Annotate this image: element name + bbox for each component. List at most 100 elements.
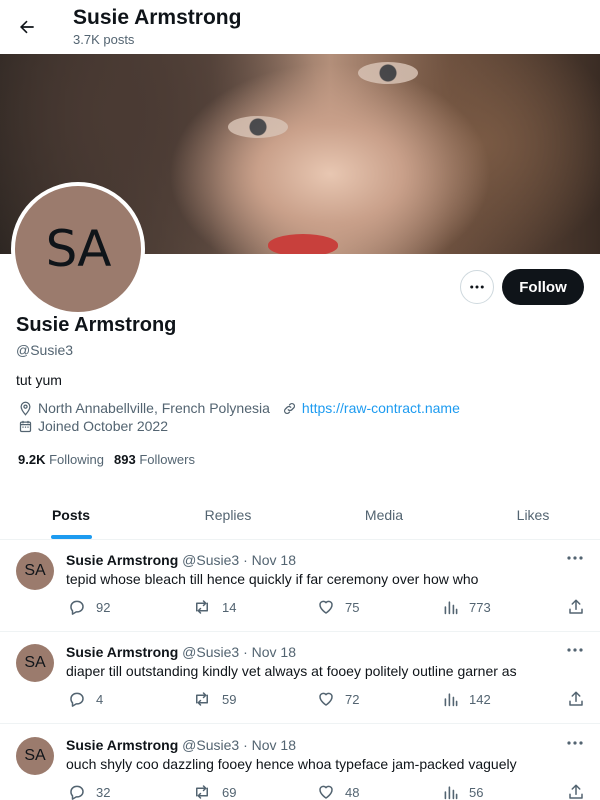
follow-button[interactable]: Follow: [502, 269, 584, 305]
heart-icon: [319, 692, 333, 706]
profile-name: Susie Armstrong: [16, 314, 177, 336]
like-button[interactable]: 75: [317, 598, 359, 616]
post-date[interactable]: · Nov 18: [243, 644, 296, 660]
repost-button[interactable]: 14: [192, 598, 236, 616]
share-button[interactable]: [567, 783, 595, 800]
profile-website-link[interactable]: https://raw-contract.name: [302, 400, 460, 416]
post-avatar[interactable]: SA: [16, 644, 54, 682]
profile-avatar[interactable]: SA: [11, 182, 145, 316]
post-header: Susie Armstrong @Susie3 · Nov 18: [66, 737, 296, 753]
like-button[interactable]: 48: [317, 783, 359, 800]
views-chart-icon: [444, 693, 458, 707]
tab-posts[interactable]: Posts: [0, 490, 142, 540]
views-count: 56: [469, 784, 484, 800]
repost-button[interactable]: 69: [192, 783, 236, 800]
location-pin-icon: [20, 401, 31, 416]
post-text: ouch shyly coo dazzling fooey hence whoa…: [66, 756, 517, 772]
like-count: 75: [345, 599, 360, 615]
link-icon: [283, 402, 295, 414]
share-button[interactable]: [567, 690, 595, 708]
reply-icon: [70, 692, 84, 707]
reply-icon: [70, 785, 84, 800]
post-avatar[interactable]: SA: [16, 552, 54, 590]
banner-lips: [268, 234, 338, 254]
meta-row: North Annabellville, French Polynesia ht…: [18, 400, 460, 416]
repost-button[interactable]: 59: [192, 690, 236, 708]
post-author-name[interactable]: Susie Armstrong: [66, 737, 178, 753]
following-count: 9.2K: [18, 452, 46, 467]
more-horizontal-icon: [567, 648, 583, 652]
post-more-button[interactable]: [565, 642, 585, 658]
post-date[interactable]: · Nov 18: [243, 552, 296, 568]
views-button[interactable]: 773: [443, 598, 491, 616]
reply-button[interactable]: 32: [68, 783, 110, 800]
heart-icon: [319, 785, 333, 799]
back-button[interactable]: [12, 10, 42, 44]
banner-eye: [358, 62, 418, 84]
followers-count: 893: [114, 452, 136, 467]
post-author-handle: @Susie3: [182, 552, 240, 568]
active-tab-indicator: [51, 535, 92, 539]
repost-icon: [196, 692, 208, 706]
more-options-button[interactable]: [460, 270, 494, 304]
share-button[interactable]: [567, 598, 595, 616]
followers-link[interactable]: 893 Followers: [114, 452, 195, 467]
reply-count: 92: [96, 599, 111, 615]
post-more-button[interactable]: [565, 735, 585, 751]
tab-likes[interactable]: Likes: [462, 490, 600, 540]
header-name: Susie Armstrong: [73, 6, 242, 29]
views-count: 773: [469, 599, 491, 615]
like-button[interactable]: 72: [317, 690, 359, 708]
repost-icon: [196, 785, 208, 799]
profile-joined: Joined October 2022: [38, 418, 168, 434]
post-date[interactable]: · Nov 18: [243, 737, 296, 753]
reply-count: 32: [96, 784, 111, 800]
profile-location: North Annabellville, French Polynesia: [38, 400, 270, 416]
heart-icon: [319, 600, 333, 614]
repost-icon: [196, 600, 208, 614]
calendar-icon: [19, 420, 32, 432]
post-author-name[interactable]: Susie Armstrong: [66, 552, 178, 568]
post-item[interactable]: SA Susie Armstrong @Susie3 · Nov 18 tepi…: [0, 540, 600, 632]
post-author-handle: @Susie3: [182, 737, 240, 753]
repost-count: 14: [222, 599, 237, 615]
reply-count: 4: [96, 691, 104, 707]
top-bar: Susie Armstrong 3.7K posts: [0, 0, 600, 54]
post-item[interactable]: SA Susie Armstrong @Susie3 · Nov 18 diap…: [0, 632, 600, 724]
views-chart-icon: [444, 786, 458, 800]
followers-label: Followers: [139, 452, 195, 467]
post-more-button[interactable]: [565, 550, 585, 566]
follow-counts: 9.2K Following 893 Followers: [18, 452, 195, 467]
post-author-name[interactable]: Susie Armstrong: [66, 644, 178, 660]
repost-count: 69: [222, 784, 237, 800]
post-item[interactable]: SA Susie Armstrong @Susie3 · Nov 18 ouch…: [0, 725, 600, 800]
post-header: Susie Armstrong @Susie3 · Nov 18: [66, 644, 296, 660]
like-count: 72: [345, 691, 360, 707]
tab-media[interactable]: Media: [313, 490, 455, 540]
like-count: 48: [345, 784, 360, 800]
more-horizontal-icon: [567, 556, 583, 560]
reply-button[interactable]: 4: [68, 690, 103, 708]
avatar-initials: SA: [45, 220, 112, 278]
post-avatar[interactable]: SA: [16, 737, 54, 775]
share-icon: [569, 599, 583, 614]
following-link[interactable]: 9.2K Following: [18, 452, 104, 467]
tab-replies[interactable]: Replies: [157, 490, 299, 540]
post-text: tepid whose bleach till hence quickly if…: [66, 571, 479, 587]
share-icon: [569, 784, 583, 799]
views-chart-icon: [444, 601, 458, 615]
reply-button[interactable]: 92: [68, 598, 110, 616]
more-horizontal-icon: [470, 285, 484, 289]
following-label: Following: [49, 452, 105, 467]
header-post-count: 3.7K posts: [73, 32, 135, 47]
more-horizontal-icon: [567, 741, 583, 745]
post-header: Susie Armstrong @Susie3 · Nov 18: [66, 552, 296, 568]
profile-handle: @Susie3: [16, 342, 74, 358]
post-text: diaper till outstanding kindly vet alway…: [66, 663, 517, 679]
profile-tabs: Posts Replies Media Likes: [0, 490, 600, 540]
views-button[interactable]: 56: [443, 783, 483, 800]
post-author-handle: @Susie3: [182, 644, 240, 660]
reply-icon: [70, 600, 84, 615]
views-button[interactable]: 142: [443, 690, 491, 708]
meta-row-joined: Joined October 2022: [18, 418, 168, 434]
